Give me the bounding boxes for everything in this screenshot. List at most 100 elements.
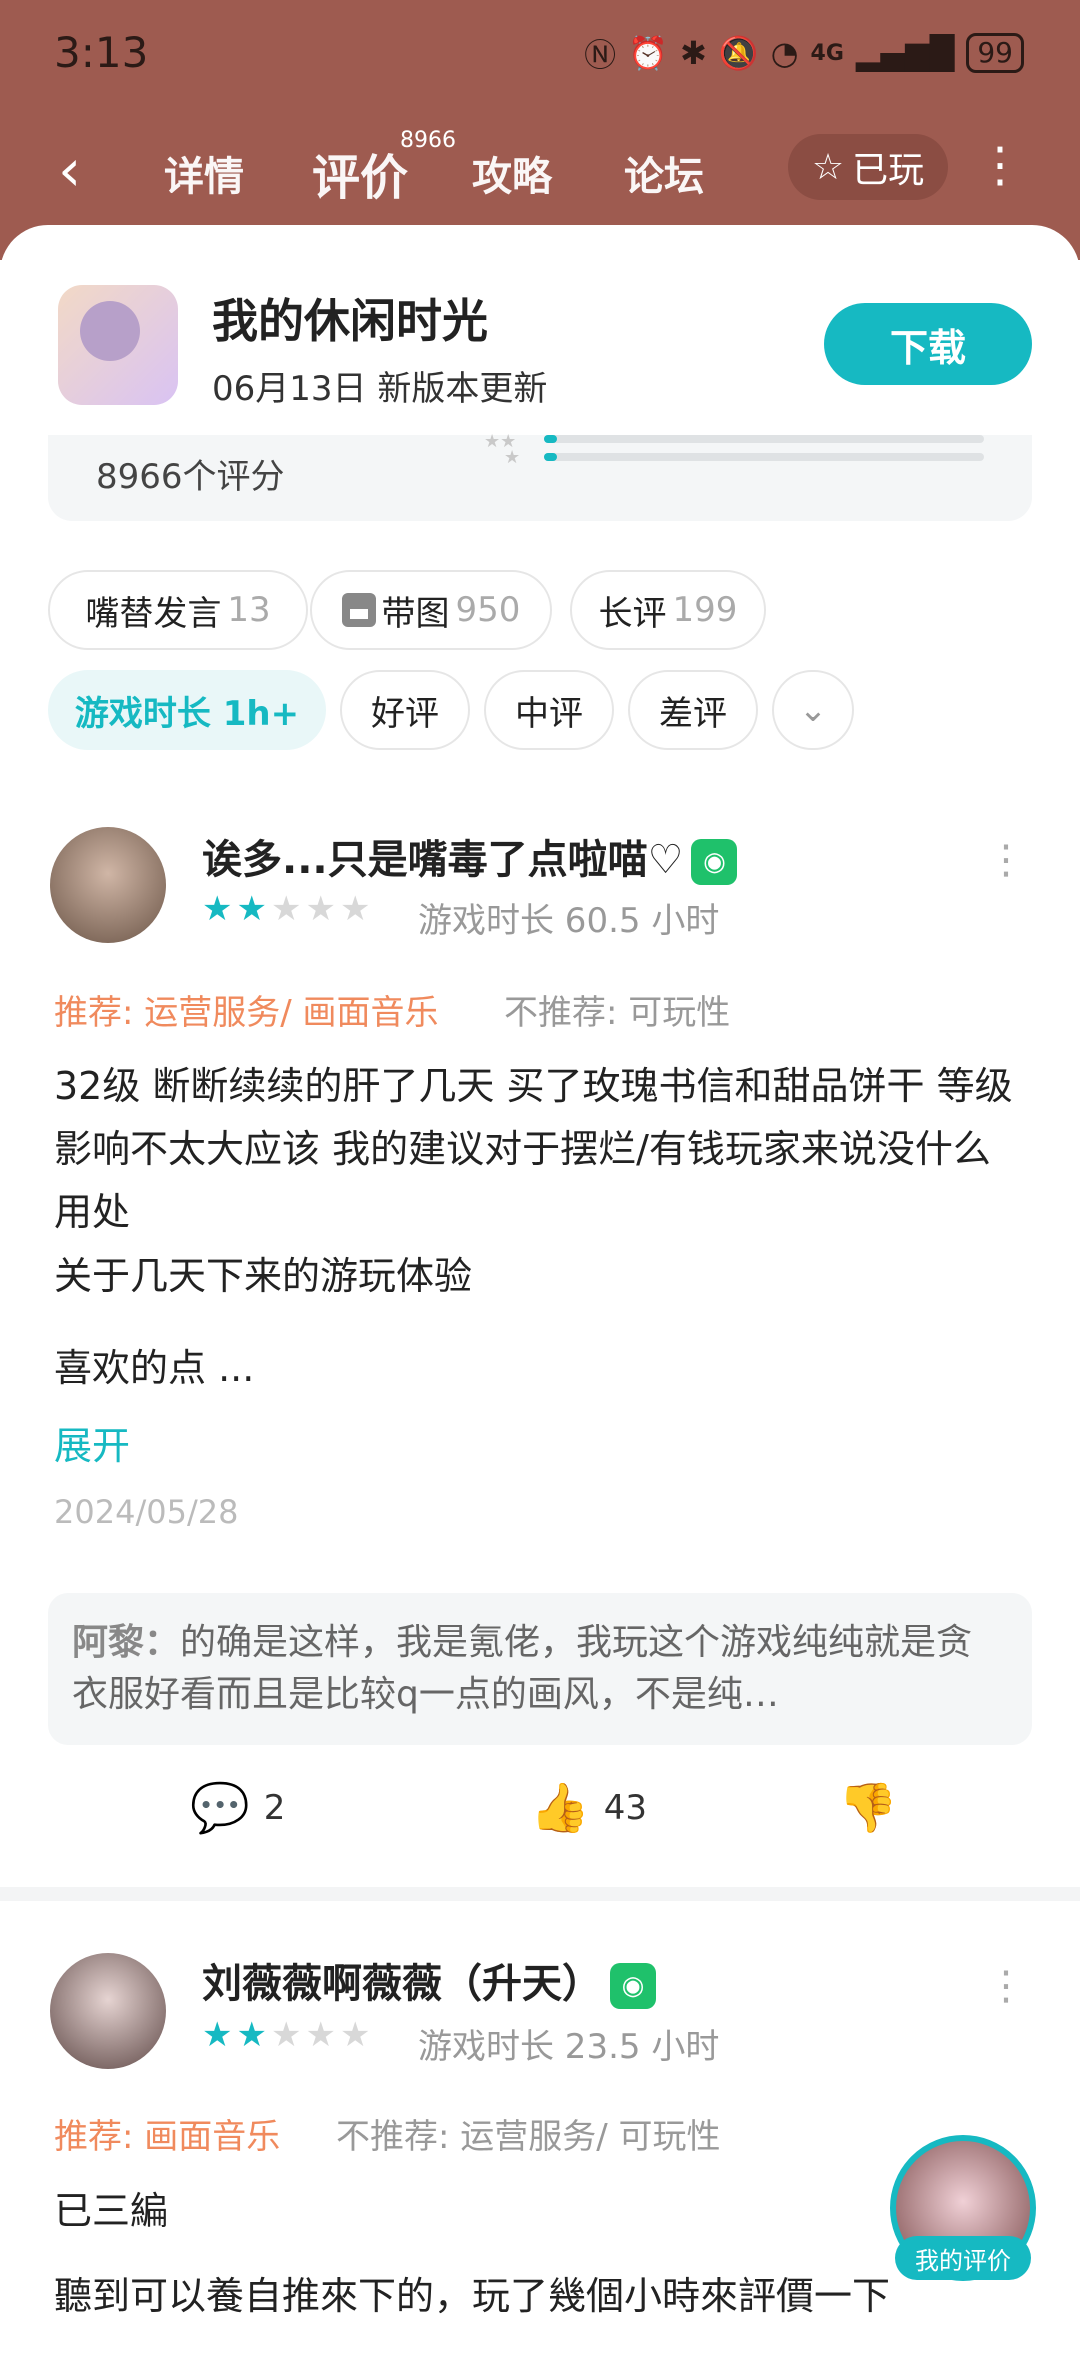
- thumbs-down-icon: 👎: [838, 1780, 898, 1836]
- status-icons: Ⓝ ⏰ ✱ 🔕 ◔ 4G ▂▄▆█ 99: [584, 30, 1024, 76]
- chip-label: 长评: [598, 593, 667, 634]
- back-button[interactable]: ‹: [58, 140, 81, 200]
- review-actions: 💬 2 👍 43 👎: [0, 1779, 1080, 1849]
- avatar[interactable]: [50, 827, 166, 943]
- review-paragraph: 已三編: [54, 2189, 169, 2233]
- status-bar: 3:13 Ⓝ ⏰ ✱ 🔕 ◔ 4G ▂▄▆█ 99: [0, 0, 1080, 110]
- chip-label: 中评: [515, 693, 583, 734]
- wifi-icon: ◔: [770, 34, 799, 72]
- dislike-button[interactable]: 👎: [838, 1779, 898, 1836]
- chevron-left-icon: ‹: [58, 136, 82, 204]
- section-divider: [0, 1887, 1080, 1901]
- star-icon: ★: [305, 2015, 340, 2055]
- chevron-down-icon: ⌄: [798, 690, 828, 730]
- mute-icon: 🔕: [718, 34, 759, 72]
- network-label: 4G: [810, 40, 844, 66]
- star-icon: ★: [270, 889, 306, 929]
- filter-chip-positive[interactable]: 好评: [340, 670, 470, 750]
- rating-summary: 8966个评分 ★★ ★: [48, 431, 1032, 521]
- reply-text: 的确是这样，我是氪佬，我玩这个游戏纯纯就是贪衣服好看而且是比较q一点的画风，不是…: [72, 1622, 973, 1715]
- star-icon: ★: [339, 889, 375, 929]
- comment-count: 2: [263, 1787, 286, 1828]
- gamepad-badge-icon: ◉: [691, 839, 738, 885]
- filter-chip-negative[interactable]: 差评: [628, 670, 758, 750]
- more-options-button[interactable]: ⋮: [976, 140, 1024, 190]
- game-header: 我的休闲时光 06月13日 新版本更新 下载: [0, 225, 1080, 435]
- chip-label: 嘴替发言: [85, 593, 222, 634]
- chip-label: 游戏时长 1h+: [74, 693, 300, 734]
- rating-bar-fill: [544, 435, 558, 443]
- star-icon: ★: [504, 447, 521, 468]
- game-title: 我的休闲时光: [212, 294, 488, 348]
- rating-bar: [544, 453, 984, 461]
- review-stars: ★★★★★: [202, 889, 374, 929]
- expand-link[interactable]: 展开: [54, 1415, 130, 1470]
- username-text: 刘薇薇啊薇薇（升天）: [202, 1961, 602, 2007]
- review-playtime: 游戏时长 60.5 小时: [418, 901, 720, 941]
- tab-guides[interactable]: 攻略: [472, 144, 552, 202]
- battery-indicator: 99: [966, 33, 1024, 73]
- star-icon: ★: [236, 889, 271, 929]
- game-update-note: 06月13日 新版本更新: [212, 369, 548, 409]
- review-date: 2024/05/28: [54, 1493, 239, 1531]
- review-more-button[interactable]: ⋮: [986, 837, 1026, 883]
- review-paragraph: 32级 断断续续的肝了几天 买了玫瑰书信和甜品饼干 等级影响不太大应该 我的建议…: [54, 1064, 1013, 1234]
- star-icon: ★: [202, 889, 237, 929]
- filter-chip-playtime[interactable]: 游戏时长 1h+: [48, 670, 326, 750]
- filter-expand-button[interactable]: ⌄: [772, 670, 854, 750]
- filter-chip-long-review[interactable]: 长评 199: [570, 570, 766, 650]
- like-button[interactable]: 👍 43: [530, 1779, 647, 1836]
- tab-reviews[interactable]: 评价: [312, 138, 408, 208]
- not-recommend-tags: 不推荐: 运营服务/ 可玩性: [336, 2117, 721, 2157]
- played-label: 已玩: [852, 150, 925, 191]
- review-username[interactable]: 诶多...只是嘴毒了点啦喵♡ ◉: [202, 827, 738, 885]
- filter-chip-mouthpiece[interactable]: 嘴替发言 13: [48, 570, 308, 650]
- game-app-icon[interactable]: [58, 285, 178, 405]
- comment-icon: 💬: [190, 1780, 250, 1836]
- rating-count: 8966个评分: [96, 457, 285, 497]
- tab-forum[interactable]: 论坛: [624, 144, 704, 202]
- vertical-dots-icon: ⋮: [986, 1963, 1026, 2009]
- chip-count: 199: [672, 590, 738, 630]
- not-recommend-tags: 不推荐: 可玩性: [504, 993, 731, 1033]
- chip-label: 好评: [371, 693, 439, 734]
- review-count-badge: 8966: [400, 128, 456, 153]
- chip-label: 差评: [659, 693, 727, 734]
- star-icon: ★: [236, 2015, 271, 2055]
- star-icon: ★: [202, 2015, 237, 2055]
- rating-bar: [544, 435, 984, 443]
- recommend-tags: 推荐: 画面音乐: [54, 2117, 281, 2157]
- bluetooth-icon: ✱: [679, 34, 707, 72]
- thumbs-up-icon: 👍: [530, 1780, 590, 1836]
- rating-bar-fill: [544, 453, 558, 461]
- recommend-tags: 推荐: 运营服务/ 画面音乐: [54, 993, 439, 1033]
- comment-button[interactable]: 💬 2: [190, 1779, 285, 1836]
- alarm-icon: ⏰: [628, 34, 668, 72]
- chip-count: 13: [227, 590, 271, 630]
- star-icon: ★: [305, 889, 340, 929]
- status-time: 3:13: [54, 28, 149, 77]
- played-button[interactable]: ☆ 已玩: [788, 134, 948, 200]
- chip-label: 带图: [381, 593, 450, 634]
- reply-preview[interactable]: 阿黎：的确是这样，我是氪佬，我玩这个游戏纯纯就是贪衣服好看而且是比较q一点的画风…: [48, 1593, 1032, 1745]
- review-paragraph: 聽到可以養自推來下的，玩了幾個小時來評價一下: [54, 2274, 891, 2318]
- review-more-button[interactable]: ⋮: [986, 1963, 1026, 2009]
- filter-chip-neutral[interactable]: 中评: [484, 670, 614, 750]
- vertical-dots-icon: ⋮: [976, 137, 1024, 193]
- top-navigation: ‹ 详情 评价 8966 攻略 论坛 ☆ 已玩 ⋮: [0, 120, 1080, 220]
- chip-count: 950: [455, 590, 521, 630]
- image-icon: [341, 593, 376, 627]
- download-button[interactable]: 下载: [824, 303, 1032, 385]
- star-icon: ★: [270, 2015, 306, 2055]
- review-stars: ★★★★★: [202, 2015, 374, 2055]
- my-review-button[interactable]: 我的评价: [895, 2236, 1031, 2280]
- gamepad-badge-icon: ◉: [610, 1963, 656, 2009]
- like-count: 43: [603, 1787, 648, 1828]
- avatar[interactable]: [50, 1953, 166, 2069]
- star-outline-icon: ☆: [811, 146, 845, 188]
- filter-chip-with-image[interactable]: 带图 950: [310, 570, 552, 650]
- vertical-dots-icon: ⋮: [986, 837, 1026, 883]
- tab-details[interactable]: 详情: [164, 144, 244, 202]
- username-text: 诶多...只是嘴毒了点啦喵♡: [202, 837, 684, 883]
- review-username[interactable]: 刘薇薇啊薇薇（升天） ◉: [202, 1951, 656, 2009]
